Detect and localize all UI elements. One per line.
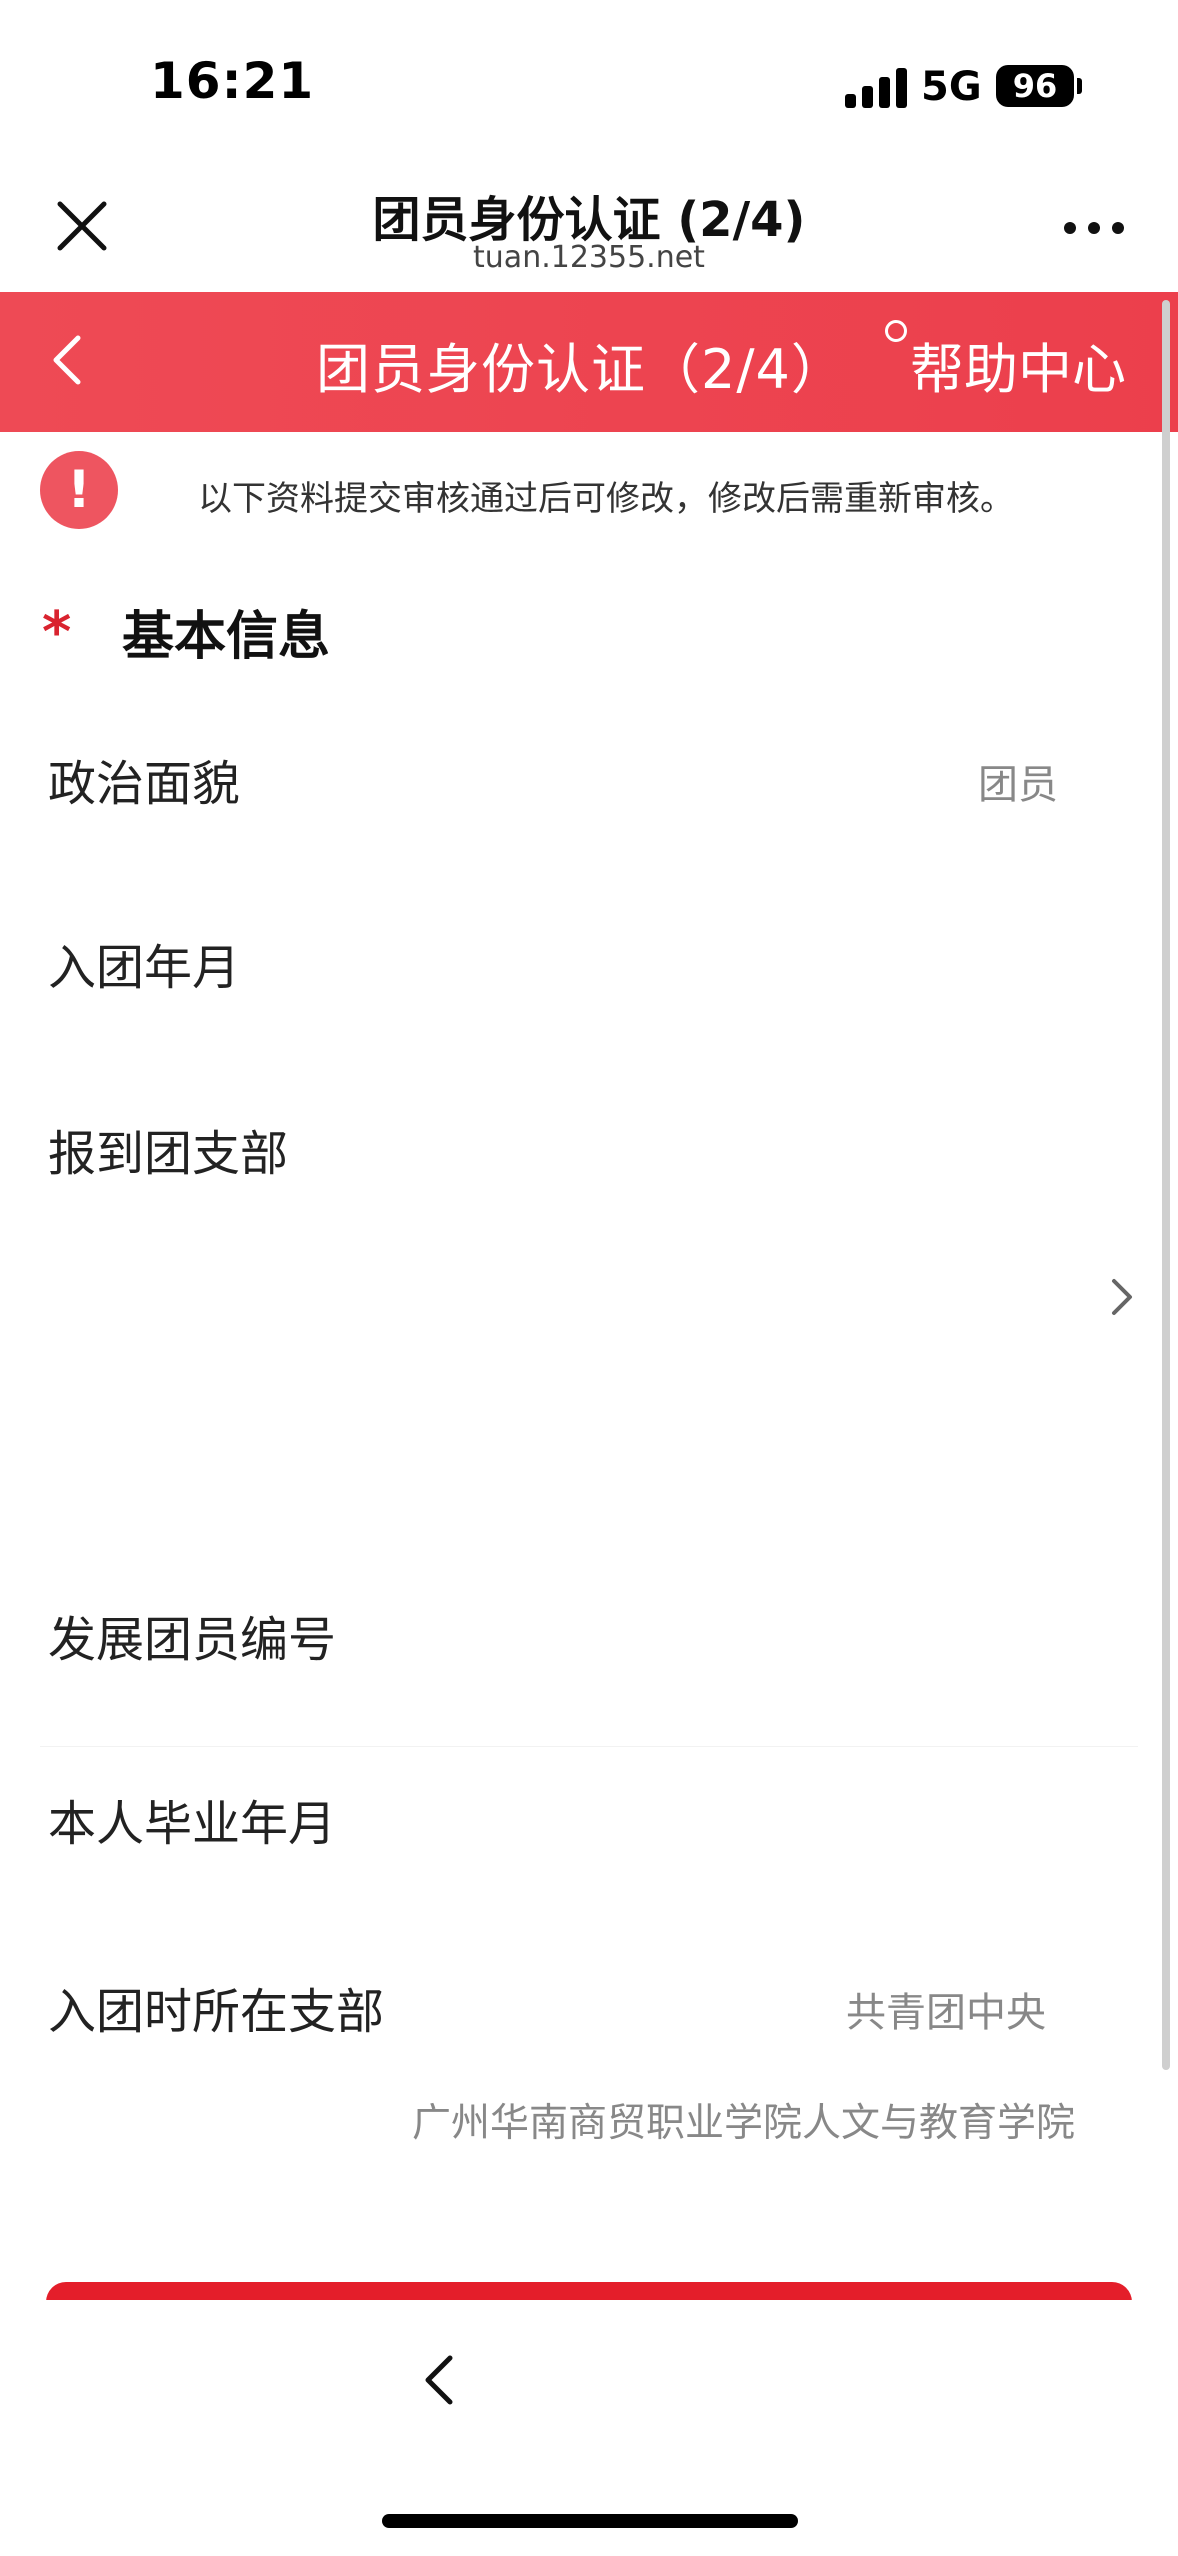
graduation-date-label[interactable]: 本人毕业年月 [48, 1784, 336, 1854]
network-type: 5G [921, 64, 982, 110]
battery-icon: 96 [996, 65, 1074, 107]
alert-icon: ! [40, 451, 118, 529]
notice-text: 以下资料提交审核通过后可修改，修改后需重新审核。 [198, 479, 1014, 519]
join-branch-value-line2[interactable]: 广州华南商贸职业学院人文与教育学院 [412, 2092, 1075, 2148]
help-center-link[interactable]: 帮助中心 [910, 325, 1126, 404]
branch-label[interactable]: 报到团支部 [48, 1114, 288, 1184]
join-branch-label: 入团时所在支部 [48, 1984, 385, 2040]
page-domain: tuan.12355.net [473, 240, 705, 275]
battery-tip [1077, 78, 1082, 94]
join-branch-value-line1[interactable]: 共青团中央 [846, 1980, 1046, 2038]
home-indicator[interactable] [382, 2514, 798, 2528]
battery-level: 96 [1012, 67, 1058, 105]
member-number-label[interactable]: 发展团员编号 [48, 1600, 336, 1670]
section-title: 基本信息 [122, 607, 331, 667]
status-time: 16:21 [150, 52, 315, 110]
signal-bars-icon [845, 66, 907, 108]
scrollbar[interactable] [1162, 300, 1170, 2070]
help-dot-icon [885, 320, 907, 342]
chevron-right-icon[interactable] [1108, 1277, 1136, 1317]
political-status-value[interactable]: 团员 [978, 752, 1058, 810]
join-date-label[interactable]: 入团年月 [48, 928, 240, 998]
political-status-label: 政治面貌 [48, 756, 241, 812]
chevron-left-icon[interactable] [46, 330, 86, 390]
required-mark: * [42, 600, 72, 665]
navbar-title: 团员身份认证（2/4） [316, 338, 846, 401]
chevron-left-icon[interactable] [420, 2350, 460, 2410]
more-icon[interactable] [1064, 222, 1124, 236]
divider [40, 1746, 1138, 1747]
